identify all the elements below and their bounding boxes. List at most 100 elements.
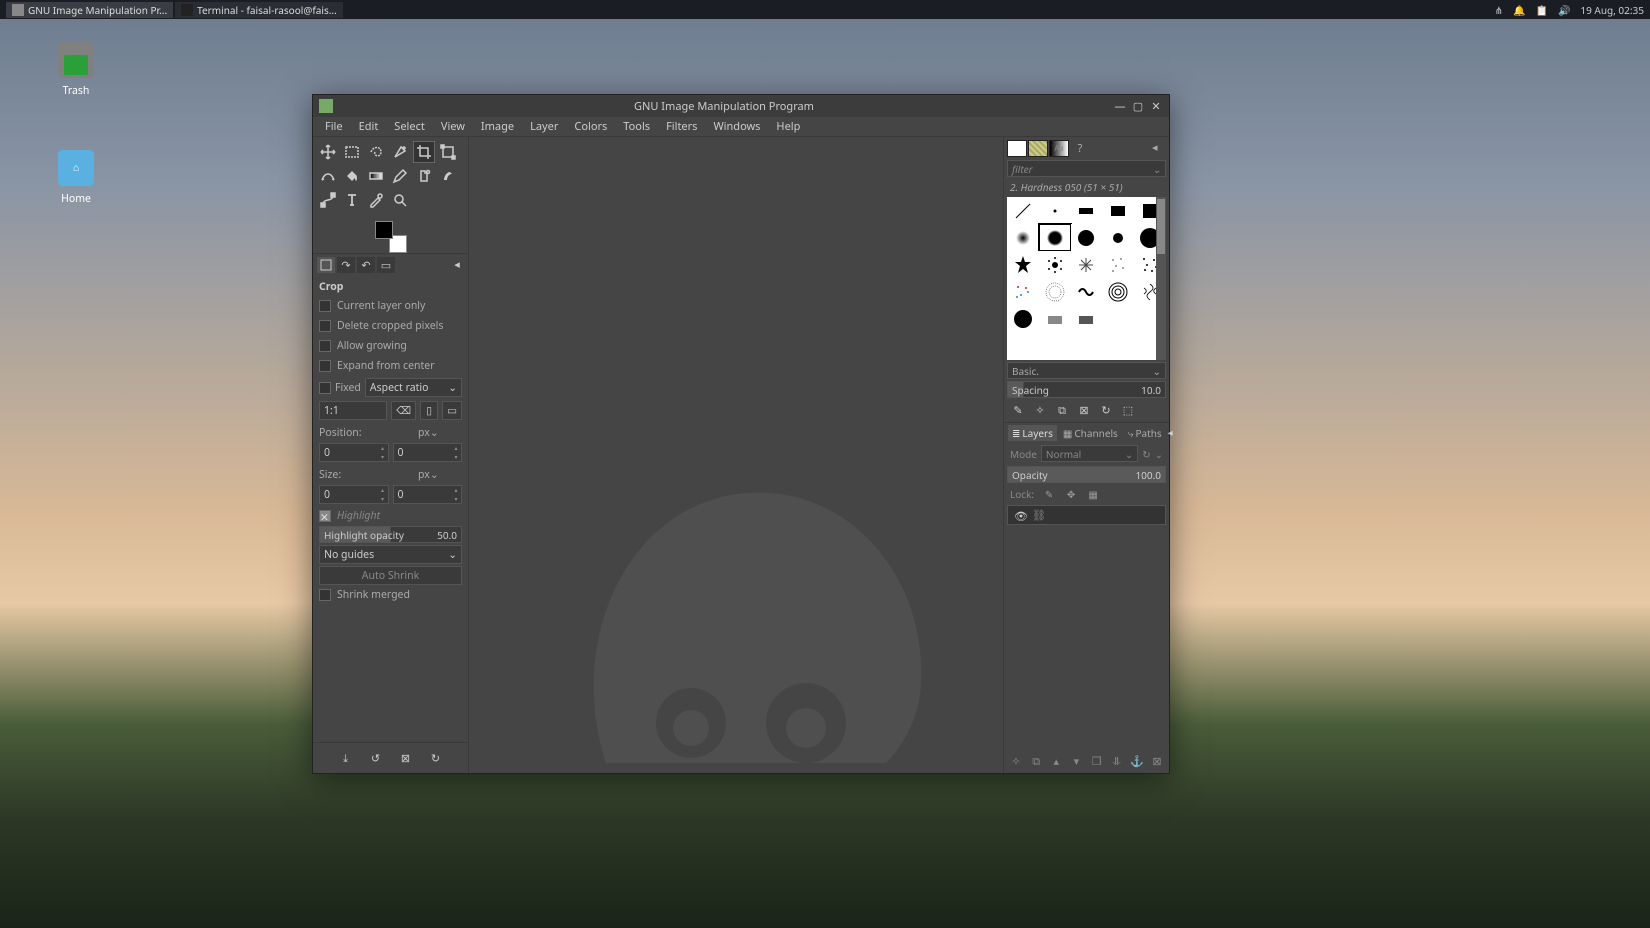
brush-item[interactable] xyxy=(1007,224,1039,251)
menu-file[interactable]: File xyxy=(317,117,351,136)
link-icon[interactable]: ⛓ xyxy=(1032,508,1046,523)
brush-item[interactable] xyxy=(1102,305,1134,332)
menu-tools[interactable]: Tools xyxy=(615,117,658,136)
tab-device-status[interactable]: ↷ xyxy=(337,257,355,273)
foreground-color[interactable] xyxy=(375,221,393,239)
new-brush-icon[interactable]: ✧ xyxy=(1032,402,1048,418)
brush-item[interactable] xyxy=(1007,197,1039,224)
clear-ratio-button[interactable]: ⌫ xyxy=(391,401,416,420)
chk-highlight[interactable]: ✕Highlight xyxy=(319,506,462,526)
tab-patterns[interactable] xyxy=(1028,140,1048,157)
delete-preset-icon[interactable]: ⊠ xyxy=(397,749,415,767)
anchor-layer-icon[interactable]: ⚓ xyxy=(1129,753,1145,769)
tab-tool-options[interactable] xyxy=(317,257,335,273)
merge-down-icon[interactable]: ⥥ xyxy=(1109,753,1125,769)
spacing-slider[interactable]: Spacing 10.0 xyxy=(1007,381,1166,398)
lock-alpha-icon[interactable]: ▦ xyxy=(1086,487,1100,501)
new-layer-icon[interactable]: ✧ xyxy=(1008,753,1024,769)
brush-item[interactable] xyxy=(1102,224,1134,251)
brush-item[interactable] xyxy=(1039,197,1071,224)
menu-colors[interactable]: Colors xyxy=(566,117,615,136)
save-preset-icon[interactable]: ⤓ xyxy=(337,749,355,767)
guides-select[interactable]: No guides⌄ xyxy=(319,545,462,564)
brush-item[interactable] xyxy=(1071,224,1103,251)
tool-free-select[interactable] xyxy=(365,141,387,163)
menu-help[interactable]: Help xyxy=(768,117,808,136)
brush-filter[interactable]: filter⌄ xyxy=(1007,160,1166,177)
menu-filters[interactable]: Filters xyxy=(658,117,705,136)
brush-item[interactable] xyxy=(1071,278,1103,305)
brush-item[interactable] xyxy=(1007,251,1039,278)
brush-item[interactable] xyxy=(1039,251,1071,278)
aspect-select[interactable]: Aspect ratio⌄ xyxy=(365,378,462,397)
brush-item[interactable] xyxy=(1039,278,1071,305)
delete-brush-icon[interactable]: ⊠ xyxy=(1076,402,1092,418)
posx-input[interactable]: 0▴▾ xyxy=(319,443,389,462)
taskbar-item-terminal[interactable]: Terminal - faisal-rasool@fais... xyxy=(175,2,343,18)
duplicate-brush-icon[interactable]: ⧉ xyxy=(1054,402,1070,418)
tool-fuzzy-select[interactable] xyxy=(389,141,411,163)
refresh-brushes-icon[interactable]: ↻ xyxy=(1098,402,1114,418)
menu-edit[interactable]: Edit xyxy=(351,117,387,136)
duplicate-layer-icon[interactable]: ❐ xyxy=(1089,753,1105,769)
restore-preset-icon[interactable]: ↺ xyxy=(367,749,385,767)
tool-rect-select[interactable] xyxy=(341,141,363,163)
help-icon[interactable]: ? xyxy=(1070,140,1090,157)
mode-select[interactable]: Normal⌄ xyxy=(1041,445,1138,462)
brush-item[interactable] xyxy=(1102,251,1134,278)
auto-shrink-button[interactable]: Auto Shrink xyxy=(319,566,462,585)
tool-warp[interactable] xyxy=(317,165,339,187)
tool-paths[interactable] xyxy=(317,189,339,211)
network-icon[interactable]: ⋔ xyxy=(1495,3,1503,17)
tool-crop[interactable] xyxy=(413,141,435,163)
minimize-button[interactable]: — xyxy=(1113,99,1127,113)
tab-paths[interactable]: ⤷Paths xyxy=(1124,425,1166,441)
highlight-opacity-slider[interactable]: Highlight opacity 50.0 xyxy=(319,526,462,543)
lock-position-icon[interactable]: ✥ xyxy=(1064,487,1078,501)
ratio-input[interactable]: 1:1 xyxy=(319,401,387,420)
menu-image[interactable]: Image xyxy=(473,117,522,136)
opacity-slider[interactable]: Opacity 100.0 xyxy=(1007,466,1166,483)
size-unit-select[interactable]: px⌄ xyxy=(418,468,462,482)
orient-portrait-button[interactable]: ▯ xyxy=(420,401,438,420)
tool-gradient[interactable] xyxy=(365,165,387,187)
tab-undo-history[interactable]: ↶ xyxy=(357,257,375,273)
tab-brushes[interactable] xyxy=(1007,140,1027,157)
position-unit-select[interactable]: px⌄ xyxy=(418,426,462,440)
raise-layer-icon[interactable]: ▴ xyxy=(1048,753,1064,769)
chk-delete-cropped[interactable]: Delete cropped pixels xyxy=(319,316,462,336)
tab-fonts[interactable]: Aa xyxy=(1049,140,1069,157)
notifications-icon[interactable]: 🔔 xyxy=(1513,3,1525,17)
dock-menu-icon[interactable]: ◂ xyxy=(1152,140,1166,157)
tool-bucket-fill[interactable] xyxy=(341,165,363,187)
tool-smudge[interactable] xyxy=(437,165,459,187)
brush-item[interactable] xyxy=(1007,305,1039,332)
close-button[interactable]: ✕ xyxy=(1149,99,1163,113)
menu-windows[interactable]: Windows xyxy=(705,117,768,136)
tool-color-picker[interactable] xyxy=(365,189,387,211)
chk-expand-center[interactable]: Expand from center xyxy=(319,356,462,376)
brush-item[interactable] xyxy=(1071,251,1103,278)
tool-move[interactable] xyxy=(317,141,339,163)
new-group-icon[interactable]: ⧉ xyxy=(1028,753,1044,769)
orient-landscape-button[interactable]: ▭ xyxy=(442,401,462,420)
edit-brush-icon[interactable]: ✎ xyxy=(1010,402,1026,418)
visibility-icon[interactable]: 👁 xyxy=(1014,509,1026,521)
brush-scrollbar[interactable] xyxy=(1156,197,1166,360)
brush-item[interactable] xyxy=(1007,278,1039,305)
brush-preset-select[interactable]: Basic.⌄ xyxy=(1007,362,1166,379)
brush-item[interactable] xyxy=(1071,305,1103,332)
brush-item[interactable] xyxy=(1102,278,1134,305)
szy-input[interactable]: 0▴▾ xyxy=(393,485,463,504)
tool-clone[interactable] xyxy=(413,165,435,187)
chk-shrink-merged[interactable]: Shrink merged xyxy=(319,585,462,605)
brush-item[interactable] xyxy=(1039,305,1071,332)
maximize-button[interactable]: ▢ xyxy=(1131,99,1145,113)
tab-channels[interactable]: ▦Channels xyxy=(1059,425,1122,441)
fg-bg-colors[interactable] xyxy=(375,221,407,253)
szx-input[interactable]: 0▴▾ xyxy=(319,485,389,504)
reset-mode-icon[interactable]: ↻ xyxy=(1142,447,1150,461)
canvas-area[interactable] xyxy=(469,137,1003,773)
posy-input[interactable]: 0▴▾ xyxy=(393,443,463,462)
tab-layers[interactable]: ≣Layers xyxy=(1008,425,1057,441)
